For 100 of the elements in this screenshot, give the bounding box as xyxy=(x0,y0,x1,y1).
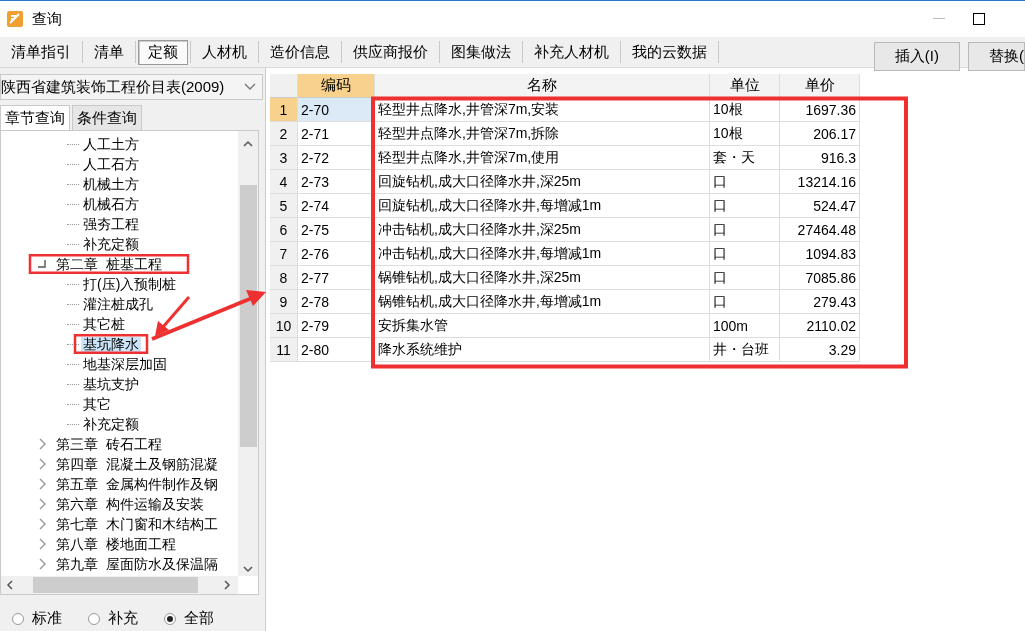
table-cell: 2-71 xyxy=(298,122,375,146)
table-cell: 2-73 xyxy=(298,170,375,194)
toolbar-tab[interactable]: 定额 xyxy=(138,39,188,65)
table-cell: 口 xyxy=(710,194,780,218)
tree-item[interactable]: 基坑支护 xyxy=(81,376,141,392)
query-tab[interactable]: 章节查询 xyxy=(0,105,70,130)
row-number: 1 xyxy=(270,98,298,122)
toolbar-tab[interactable]: 我的云数据 xyxy=(623,40,716,64)
row-number: 3 xyxy=(270,146,298,170)
row-number: 8 xyxy=(270,266,298,290)
tree-item[interactable]: 补充定额 xyxy=(81,416,141,432)
action-button[interactable]: 替换( xyxy=(968,42,1025,71)
table-cell: 口 xyxy=(710,266,780,290)
table-cell: 套・天 xyxy=(710,146,780,170)
table-cell: 轻型井点降水,井管深7m,使用 xyxy=(375,146,710,170)
filter-radio[interactable]: 补充 xyxy=(88,609,138,628)
row-number: 7 xyxy=(270,242,298,266)
column-header[interactable]: 名称 xyxy=(375,74,710,98)
table-cell: 回旋钻机,成大口径降水井,每增减1m xyxy=(375,194,710,218)
toolbar-tab[interactable]: 供应商报价 xyxy=(344,40,437,64)
window-title: 查询 xyxy=(32,9,62,29)
row-number: 4 xyxy=(270,170,298,194)
tree-item[interactable]: 机械石方 xyxy=(81,196,141,212)
table-cell: 2110.02 xyxy=(780,314,860,338)
toolbar-tab[interactable]: 人材机 xyxy=(193,40,256,64)
table-cell: 2-75 xyxy=(298,218,375,242)
table-cell: 13214.16 xyxy=(780,170,860,194)
chevron-icon xyxy=(244,83,256,91)
scroll-right-icon[interactable] xyxy=(222,579,232,591)
action-button[interactable]: 插入(I) xyxy=(873,42,960,71)
table-cell: 206.17 xyxy=(780,122,860,146)
table-cell: 2-77 xyxy=(298,266,375,290)
table-cell: 2-76 xyxy=(298,242,375,266)
table-cell: 2-74 xyxy=(298,194,375,218)
table-cell: 2-79 xyxy=(298,314,375,338)
row-number: 6 xyxy=(270,218,298,242)
table-cell: 524.47 xyxy=(780,194,860,218)
toolbar-tab[interactable]: 清单指引 xyxy=(2,40,80,64)
library-dropdown[interactable]: 陕西省建筑装饰工程价目表(2009) xyxy=(0,74,263,100)
tree-item[interactable]: 第七章 木门窗和木结构工 xyxy=(54,516,220,532)
table-cell: 279.43 xyxy=(780,290,860,314)
tree-item[interactable]: 灌注桩成孔 xyxy=(81,296,155,312)
tree-item[interactable]: 地基深层加固 xyxy=(81,356,169,372)
table-cell: 冲击钻机,成大口径降水井,每增减1m xyxy=(375,242,710,266)
row-number: 2 xyxy=(270,122,298,146)
tree-item[interactable]: 第三章 砖石工程 xyxy=(54,436,164,452)
table-cell: 1094.83 xyxy=(780,242,860,266)
tree-item[interactable]: 补充定额 xyxy=(81,236,141,252)
table-cell: 7085.86 xyxy=(780,266,860,290)
table-cell: 27464.48 xyxy=(780,218,860,242)
table-cell: 2-80 xyxy=(298,338,375,362)
tree-item[interactable]: 第四章 混凝土及钢筋混凝 xyxy=(54,456,220,472)
table-cell: 锅锥钻机,成大口径降水井,深25m xyxy=(375,266,710,290)
table-cell: 10根 xyxy=(710,98,780,122)
tree-item[interactable]: 第五章 金属构件制作及钢 xyxy=(54,476,220,492)
maximize-icon[interactable] xyxy=(973,13,985,25)
toolbar-tab[interactable]: 造价信息 xyxy=(261,40,339,64)
tree-item[interactable]: 打(压)入预制桩 xyxy=(81,276,179,292)
tree-item[interactable]: 强夯工程 xyxy=(81,216,141,232)
table-cell: 916.3 xyxy=(780,146,860,170)
column-header[interactable]: 单价 xyxy=(780,74,860,98)
query-tab[interactable]: 条件查询 xyxy=(72,105,142,130)
tree-item[interactable]: 第八章 楼地面工程 xyxy=(54,536,178,552)
filter-radio[interactable]: 全部 xyxy=(164,609,214,628)
row-number: 11 xyxy=(270,338,298,362)
scrollbar-thumb[interactable] xyxy=(33,577,198,593)
tree-item[interactable]: 人工土方 xyxy=(81,136,141,152)
table-cell: 降水系统维护 xyxy=(375,338,710,362)
table-cell: 1697.36 xyxy=(780,98,860,122)
minimize-icon[interactable] xyxy=(933,18,945,20)
scroll-up-icon[interactable] xyxy=(242,139,254,149)
column-header[interactable]: 单位 xyxy=(710,74,780,98)
table-cell: 2-78 xyxy=(298,290,375,314)
tree-item[interactable]: 其它 xyxy=(81,396,113,412)
toolbar-tab[interactable]: 图集做法 xyxy=(442,40,520,64)
table-cell: 冲击钻机,成大口径降水井,深25m xyxy=(375,218,710,242)
tree-item[interactable]: 第九章 屋面防水及保温隔 xyxy=(54,556,220,572)
table-cell: 口 xyxy=(710,290,780,314)
scroll-down-icon[interactable] xyxy=(242,564,254,574)
toolbar-tab[interactable]: 清单 xyxy=(85,40,133,64)
table-cell: 回旋钻机,成大口径降水井,深25m xyxy=(375,170,710,194)
table-cell: 安拆集水管 xyxy=(375,314,710,338)
tree-item[interactable]: 人工石方 xyxy=(81,156,141,172)
table-cell: 100m xyxy=(710,314,780,338)
tree-item[interactable]: 第二章 桩基工程 xyxy=(54,256,164,272)
table-cell: 锅锥钻机,成大口径降水井,每增减1m xyxy=(375,290,710,314)
toolbar-tab[interactable]: 补充人材机 xyxy=(525,40,618,64)
column-header[interactable]: 编码 xyxy=(298,74,375,98)
tree-item[interactable]: 第六章 构件运输及安装 xyxy=(54,496,206,512)
row-number: 5 xyxy=(270,194,298,218)
tree-item[interactable]: 其它桩 xyxy=(81,316,127,332)
scrollbar-thumb[interactable] xyxy=(239,185,257,447)
filter-radio[interactable]: 标准 xyxy=(12,609,62,628)
table-cell: 口 xyxy=(710,242,780,266)
tree-item[interactable]: 机械土方 xyxy=(81,176,141,192)
scroll-left-icon[interactable] xyxy=(5,579,15,591)
grid-corner xyxy=(270,74,298,98)
app-icon xyxy=(6,10,24,28)
table-cell: 10根 xyxy=(710,122,780,146)
table-cell: 口 xyxy=(710,170,780,194)
